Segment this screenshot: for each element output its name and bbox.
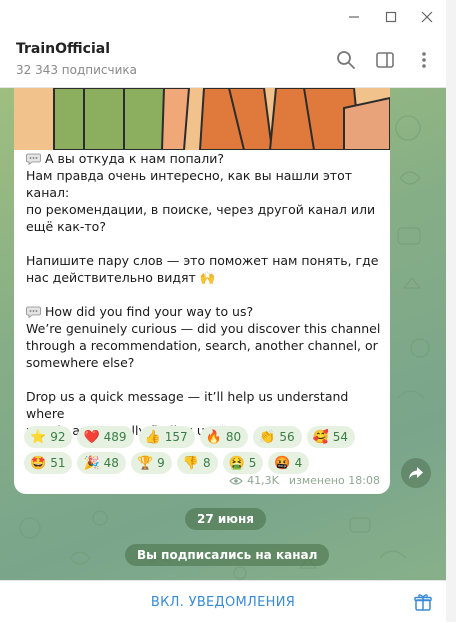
date-separator: 27 июня (185, 508, 266, 530)
text-line: А вы откуда к нам попали? (26, 150, 382, 167)
reactions-row: 🤩 51 🎉 48 🏆 9 👎 8 🤮 5 🤬 4 (24, 452, 384, 474)
reaction-party[interactable]: 🎉 48 (77, 452, 126, 474)
text-line: We’re genuinely curious — did you discov… (26, 321, 381, 336)
channel-title[interactable]: TrainOfficial (16, 41, 110, 57)
reaction-heart[interactable]: ❤️ 489 (77, 426, 134, 448)
reaction-vomit[interactable]: 🤮 5 (222, 452, 264, 474)
text-line: somewhere else? (26, 355, 135, 370)
text-line: по рекомендации, в поиске, через другой … (26, 202, 376, 217)
reaction-star-struck[interactable]: 🤩 51 (24, 452, 73, 474)
text-line: How did you find your way to us? (26, 303, 382, 320)
scrollbar[interactable] (446, 0, 456, 622)
gift-icon[interactable] (412, 591, 434, 613)
sidebar-toggle-icon[interactable] (373, 48, 397, 72)
reactions: ⭐ 92 ❤️ 489 👍 157 🔥 80 👏 56 🥰 54 🤩 51 🎉 48 🏆 9 👎 8… (24, 426, 384, 478)
minimize-icon[interactable] (341, 4, 367, 30)
search-icon[interactable] (334, 48, 358, 72)
reactions-row: ⭐ 92 ❤️ 489 👍 157 🔥 80 👏 56 🥰 54 (24, 426, 384, 448)
share-arrow-icon (409, 467, 423, 479)
enable-notifications-button[interactable]: ВКЛ. УВЕДОМЛЕНИЯ (0, 581, 446, 623)
maximize-icon[interactable] (378, 4, 404, 30)
eye-icon (229, 476, 243, 485)
speech-bubble-icon (26, 306, 41, 318)
app-window: TrainOfficial 32 343 подписчика А вы отк… (0, 0, 447, 623)
reaction-fire[interactable]: 🔥 80 (199, 426, 249, 448)
title-bar (0, 0, 446, 34)
reaction-hearts-face[interactable]: 🥰 54 (306, 426, 356, 448)
share-button[interactable] (401, 458, 431, 488)
reaction-thumbs-down[interactable]: 👎 8 (176, 452, 218, 474)
text-line: Нам правда очень интересно, как вы нашли… (26, 168, 353, 200)
view-count: 41,3K (247, 474, 279, 487)
subscribed-notice: Вы подписались на канал (125, 544, 330, 566)
close-icon[interactable] (414, 4, 440, 30)
message-bubble[interactable]: А вы откуда к нам попали? Нам правда оче… (14, 88, 390, 494)
text-line: нас действительно видят 🙌 (26, 270, 216, 285)
chat-area[interactable]: А вы откуда к нам попали? Нам правда оче… (0, 88, 446, 580)
speech-bubble-icon (26, 153, 41, 165)
text-line: Напишите пару слов — это поможет нам пон… (26, 253, 379, 268)
subscriber-count: 32 343 подписчика (16, 63, 138, 77)
reaction-star[interactable]: ⭐ 92 (24, 426, 73, 448)
bottom-bar: ВКЛ. УВЕДОМЛЕНИЯ (0, 580, 446, 623)
more-vertical-icon[interactable] (412, 48, 436, 72)
reaction-thumbs-up[interactable]: 👍 157 (138, 426, 195, 448)
reaction-angry[interactable]: 🤬 4 (268, 452, 310, 474)
reaction-trophy[interactable]: 🏆 9 (130, 452, 172, 474)
reaction-clap[interactable]: 👏 56 (253, 426, 302, 448)
message-text: А вы откуда к нам попали? Нам правда оче… (26, 150, 382, 439)
edited-timestamp: изменено 18:08 (288, 474, 380, 487)
chat-header: TrainOfficial 32 343 подписчика (0, 34, 446, 88)
text-line: ещё как-то? (26, 219, 106, 234)
message-meta: 41,3K изменено 18:08 (229, 474, 380, 487)
text-line: Drop us a quick message — it’ll help us … (26, 389, 349, 421)
post-illustration[interactable] (14, 88, 390, 150)
text-line: through a recommendation, search, anothe… (26, 338, 378, 353)
